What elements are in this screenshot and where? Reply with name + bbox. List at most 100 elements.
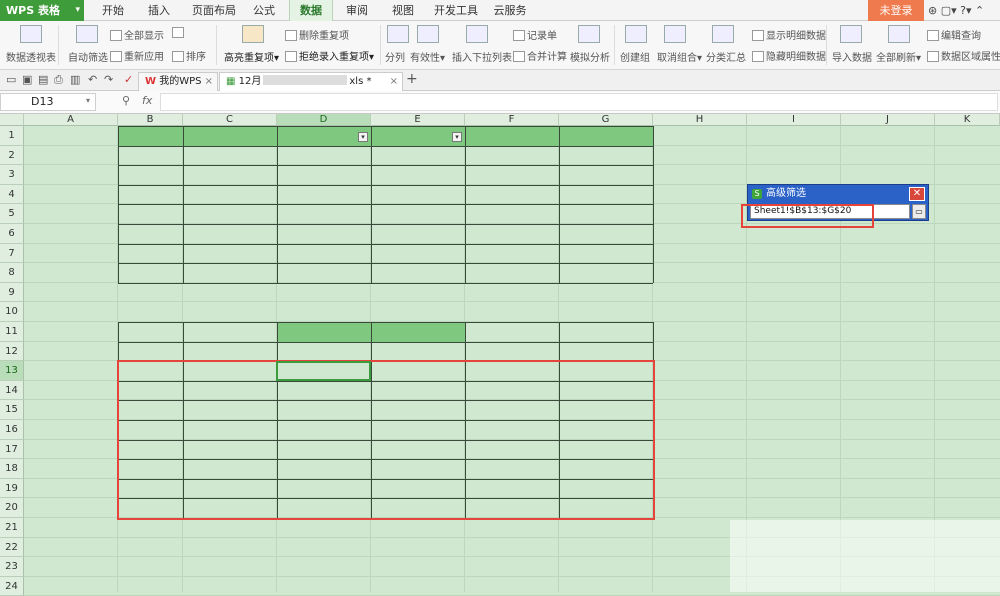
format-painter-icon[interactable]: ▥ — [70, 73, 80, 86]
subtotal-button[interactable]: 分类汇总 — [706, 49, 746, 64]
row-header-10[interactable]: 10 — [0, 302, 24, 322]
create-group-button[interactable]: 创建组 — [620, 49, 650, 64]
tab-page-layout[interactable]: 页面布局 — [186, 0, 242, 21]
tab-insert[interactable]: 插入 — [138, 0, 180, 21]
tab-formula[interactable]: 公式 — [246, 0, 282, 21]
insert-dropdown-button[interactable]: 插入下拉列表 — [452, 49, 512, 64]
row-header-3[interactable]: 3 — [0, 165, 24, 185]
remove-duplicates-button[interactable]: 删除重复项 — [285, 27, 349, 42]
column-header-g[interactable]: G — [559, 114, 653, 126]
tab-my-wps[interactable]: W 我的WPS × — [138, 72, 218, 91]
column-header-i[interactable]: I — [747, 114, 841, 126]
highlight-duplicates-button[interactable]: 高亮重复项▾ — [224, 49, 279, 64]
new-tab-button[interactable]: + — [406, 71, 418, 87]
tab-developer[interactable]: 开发工具 — [426, 0, 486, 21]
app-menu-button[interactable]: WPS 表格 ▾ — [0, 0, 84, 21]
row-header-2[interactable]: 2 — [0, 145, 24, 166]
simulate-button[interactable]: 模拟分析 — [570, 49, 610, 64]
row-header-22[interactable]: 22 — [0, 537, 24, 558]
row-header-24[interactable]: 24 — [0, 576, 24, 596]
column-header-j[interactable]: J — [841, 114, 935, 126]
row-header-21[interactable]: 21 — [0, 518, 24, 538]
row-header-4[interactable]: 4 — [0, 184, 24, 205]
tab-view[interactable]: 视图 — [384, 0, 422, 21]
edit-query-button[interactable]: 编辑查询 — [927, 27, 981, 42]
close-button[interactable]: ✕ — [909, 187, 925, 201]
undo-icon[interactable]: ↶ — [88, 73, 97, 86]
range-picker-button[interactable]: ▭ — [912, 204, 926, 219]
row-header-11[interactable]: 11 — [0, 322, 24, 342]
select-all-corner[interactable] — [0, 114, 24, 126]
hide-detail-button[interactable]: 隐藏明细数据 — [752, 48, 826, 63]
redo-icon[interactable]: ↷ — [104, 73, 113, 86]
tab-home[interactable]: 开始 — [92, 0, 134, 21]
column-header-a[interactable]: A — [24, 114, 118, 126]
row-header-12[interactable]: 12 — [0, 341, 24, 362]
row-header-13[interactable]: 13 — [0, 361, 24, 381]
row-header-7[interactable]: 7 — [0, 243, 24, 264]
merge-calc-button[interactable]: 合并计算 — [513, 48, 567, 63]
row-header-23[interactable]: 23 — [0, 557, 24, 577]
sort-asc-icon[interactable] — [172, 27, 186, 39]
column-header-b[interactable]: B — [118, 114, 183, 126]
row-header-15[interactable]: 15 — [0, 400, 24, 420]
show-all-button[interactable]: 全部显示 — [110, 27, 164, 42]
column-header-d[interactable]: D — [277, 114, 371, 126]
filter-dropdown-button[interactable]: ▾ — [358, 132, 368, 142]
row-header-1[interactable]: 1 — [0, 126, 24, 146]
data-area-properties-button[interactable]: 数据区域属性 — [927, 48, 1000, 63]
auto-filter-button[interactable]: 自动筛选 — [68, 49, 108, 64]
import-data-button[interactable]: 导入数据 — [832, 49, 872, 64]
refresh-all-button[interactable]: 全部刷新▾ — [876, 49, 921, 64]
column-header-h[interactable]: H — [653, 114, 747, 126]
sort-button[interactable]: 排序 — [172, 48, 206, 63]
window-controls[interactable]: ⊛ ▢▾ ?▾ ⌃ — [928, 0, 984, 21]
tab-data[interactable]: 数据 — [289, 0, 333, 21]
name-box[interactable]: D13 — [0, 93, 96, 111]
record-form-button[interactable]: 记录单 — [513, 27, 557, 42]
print-preview-icon[interactable]: ▤ — [38, 73, 48, 86]
zoom-icon[interactable]: ⚲ — [122, 94, 130, 107]
column-header-f[interactable]: F — [465, 114, 559, 126]
login-button[interactable]: 未登录 — [868, 0, 924, 21]
column-header-k[interactable]: K — [935, 114, 1000, 126]
formula-input[interactable] — [160, 93, 998, 111]
table-cell — [559, 263, 653, 283]
pivot-table-button[interactable]: 数据透视表 — [6, 49, 56, 64]
row-header-14[interactable]: 14 — [0, 380, 24, 401]
row-header-19[interactable]: 19 — [0, 478, 24, 499]
close-icon[interactable]: × — [205, 73, 213, 91]
row-header-18[interactable]: 18 — [0, 459, 24, 479]
close-icon[interactable]: × — [390, 73, 398, 91]
open-icon[interactable]: ▭ — [6, 73, 16, 86]
validity-button[interactable]: 有效性▾ — [410, 49, 445, 64]
column-header-e[interactable]: E — [371, 114, 465, 126]
row-header-9[interactable]: 9 — [0, 282, 24, 303]
split-column-button[interactable]: 分列 — [385, 49, 405, 64]
show-detail-button[interactable]: 显示明细数据 — [752, 27, 826, 42]
tab-review[interactable]: 审阅 — [338, 0, 376, 21]
row-header-8[interactable]: 8 — [0, 263, 24, 283]
row-header-16[interactable]: 16 — [0, 420, 24, 440]
table-cell — [371, 146, 465, 166]
column-header-c[interactable]: C — [183, 114, 277, 126]
filter-dropdown-button[interactable]: ▾ — [452, 132, 462, 142]
table-cell — [183, 185, 277, 205]
reject-duplicates-button[interactable]: 拒绝录入重复项▾ — [285, 48, 374, 63]
pin-icon[interactable]: ✓ — [124, 73, 133, 86]
row-header-5[interactable]: 5 — [0, 204, 24, 224]
fx-button[interactable]: fx — [142, 94, 152, 107]
table-header-cell — [465, 126, 559, 146]
active-cell-d13[interactable] — [276, 361, 371, 381]
chevron-down-icon[interactable]: ▾ — [86, 96, 90, 105]
tab-workbook[interactable]: ▦ 12月 xls * × — [219, 72, 403, 91]
row-header-20[interactable]: 20 — [0, 498, 24, 518]
reapply-button[interactable]: 重新应用 — [110, 48, 164, 63]
print-icon[interactable]: ⎙ — [54, 73, 63, 87]
row-header-6[interactable]: 6 — [0, 224, 24, 244]
save-icon[interactable]: ▣ — [22, 73, 32, 86]
row-header-17[interactable]: 17 — [0, 439, 24, 460]
tab-cloud[interactable]: 云服务 — [490, 0, 530, 21]
ungroup-button[interactable]: 取消组合▾ — [657, 49, 702, 64]
table-cell — [465, 224, 559, 244]
